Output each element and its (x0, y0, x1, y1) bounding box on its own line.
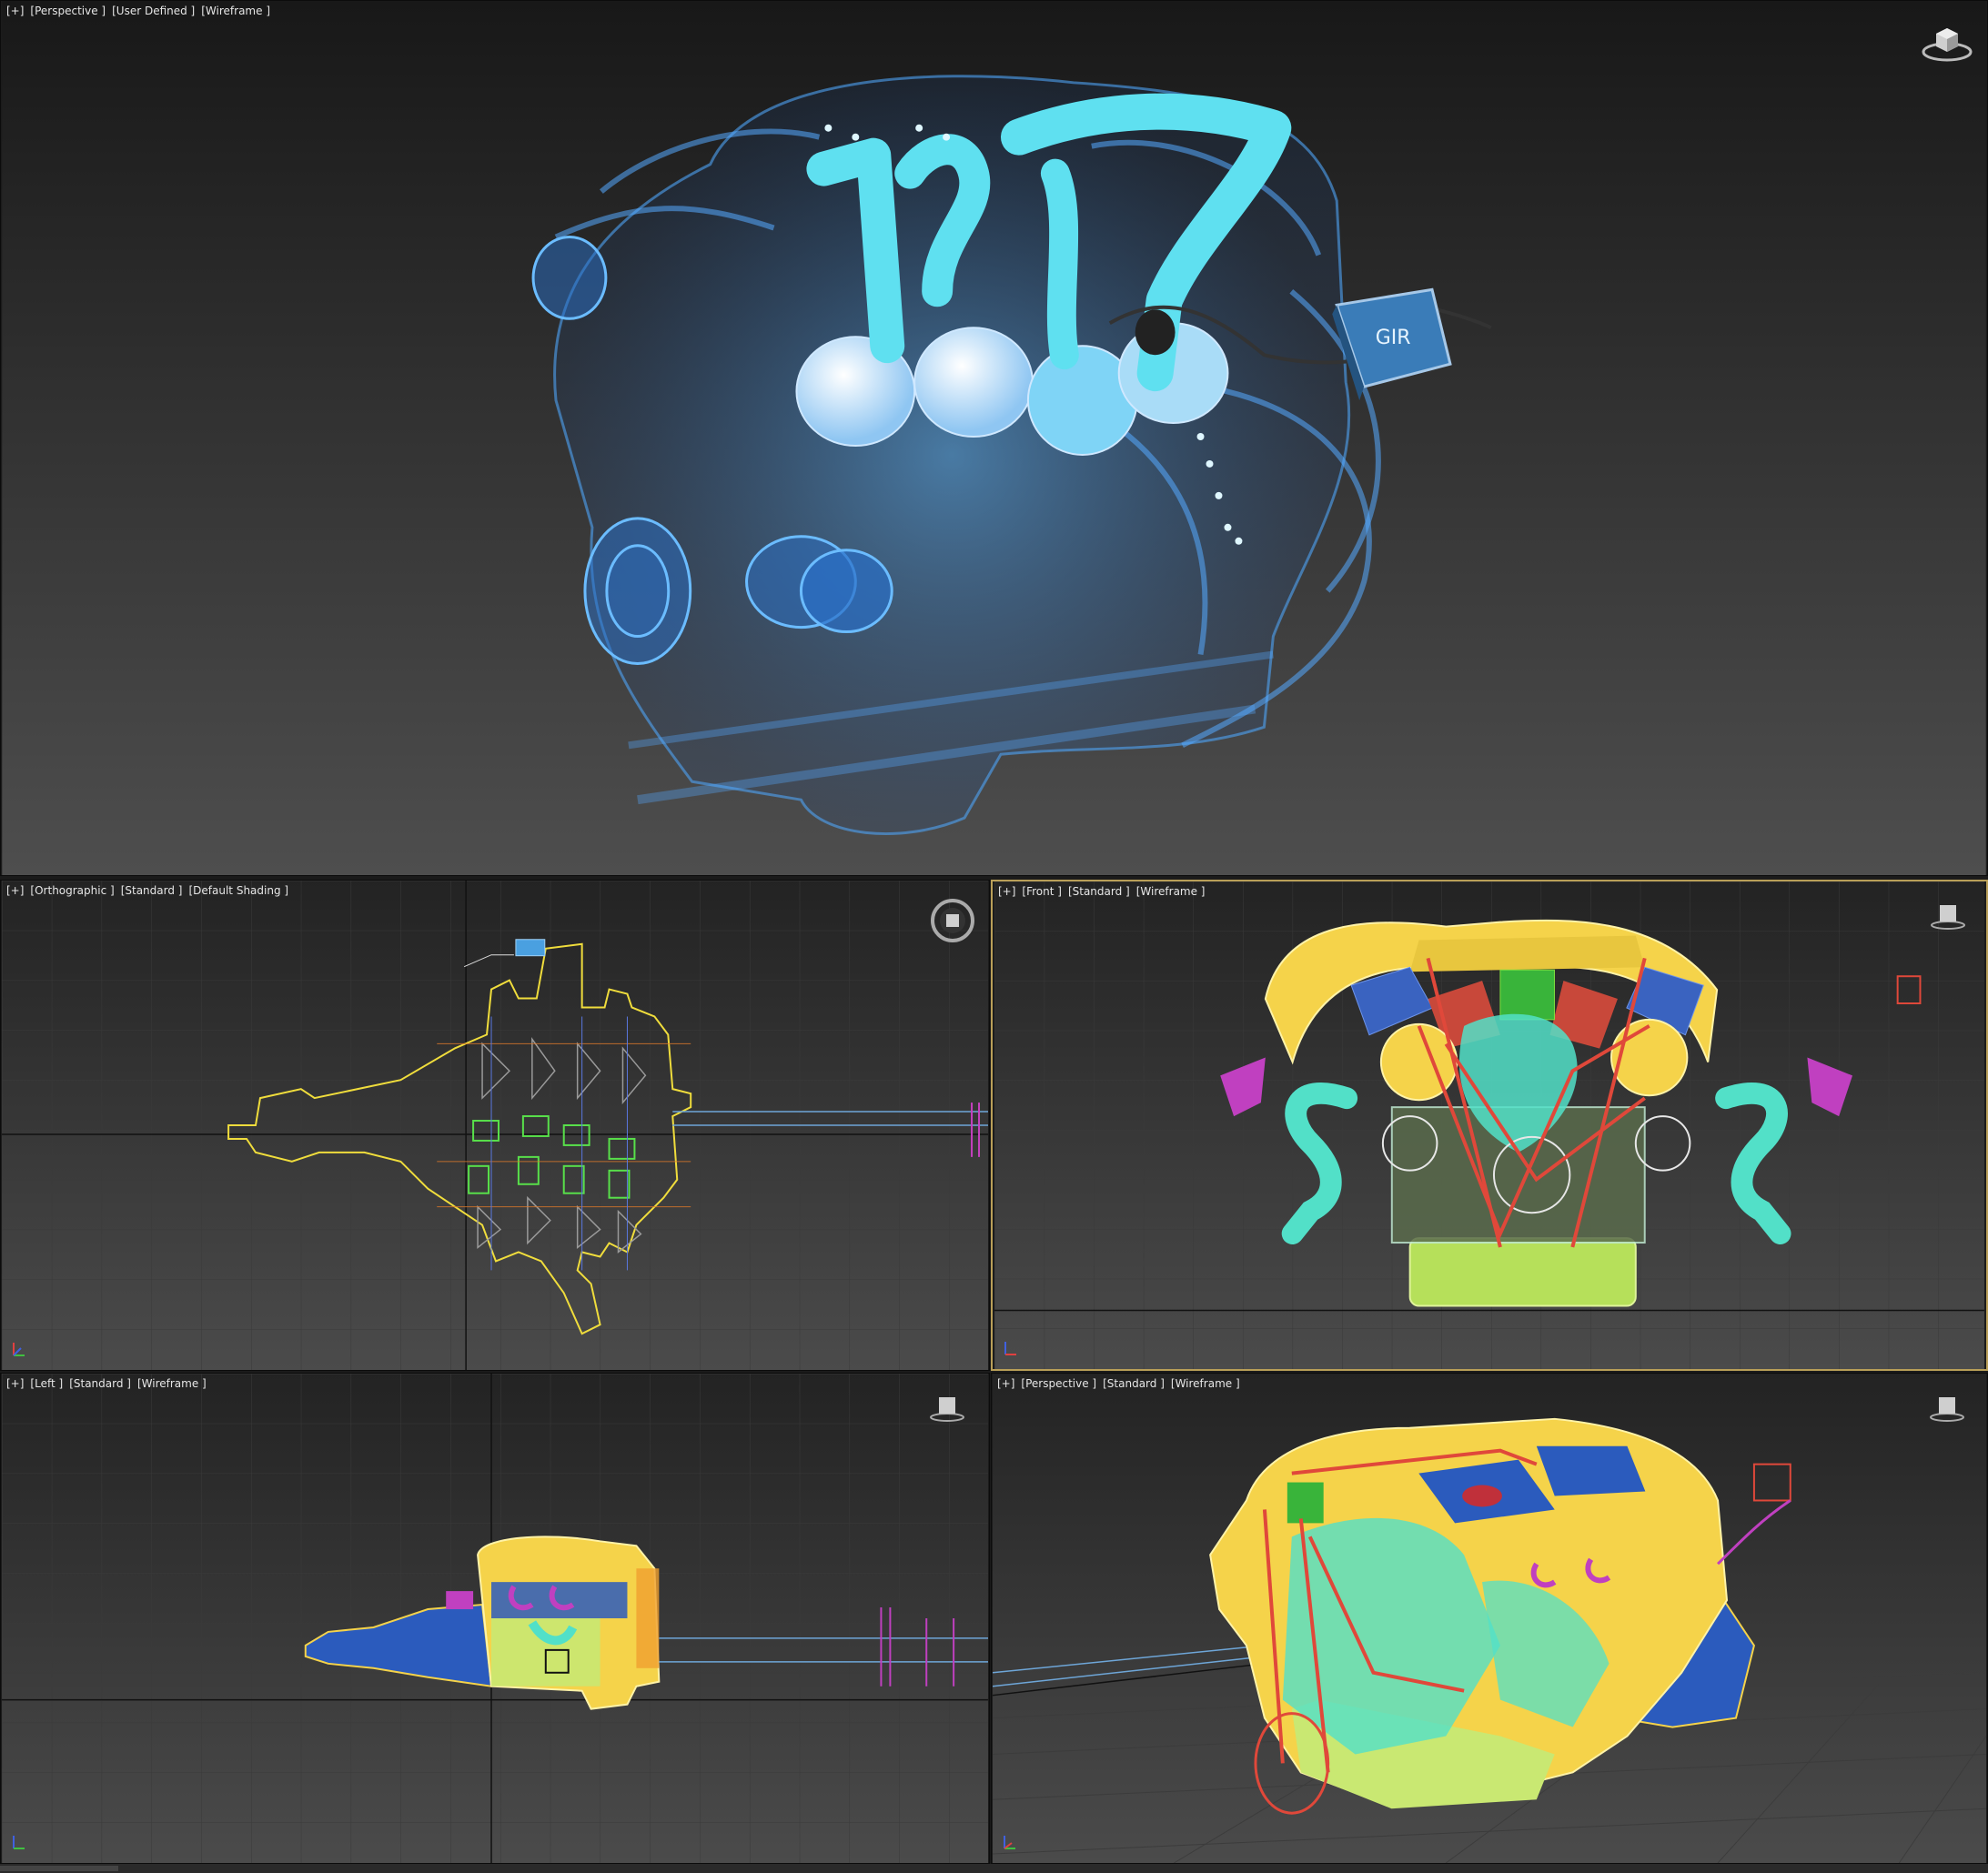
viewcube-icon[interactable] (1929, 1394, 1965, 1423)
viewcube-icon[interactable] (1921, 21, 1973, 65)
viewport-shading-preset[interactable]: [Standard ] (1103, 1377, 1165, 1390)
viewport-label-ortho: [+] [Orthographic ] [Standard ] [Default… (6, 884, 288, 897)
viewport-menu[interactable]: [+] (998, 885, 1015, 898)
viewport-menu[interactable]: [+] (997, 1377, 1014, 1390)
viewport-menu[interactable]: [+] (6, 884, 24, 897)
axis-tripod-icon (13, 1836, 25, 1849)
viewport-point-of-view[interactable]: [Perspective ] (30, 5, 106, 17)
viewport-perspective-user-defined[interactable]: GIR [+] [Perspective ] [User Defined ] [… (0, 0, 1988, 876)
status-bar (0, 1864, 1988, 1873)
viewport-left[interactable]: [+] [Left ] [Standard ] [Wireframe ] (0, 1373, 990, 1864)
front-view-scene (994, 881, 1984, 1369)
viewport-label-front: [+] [Front ] [Standard ] [Wireframe ] (998, 885, 1205, 898)
perspective-view-scene (992, 1374, 1987, 1863)
status-bar-segment (0, 1866, 118, 1871)
viewport-perspective-standard[interactable]: [+] [Perspective ] [Standard ] [Wirefram… (991, 1373, 1988, 1864)
viewcube-icon[interactable] (929, 1394, 965, 1423)
viewport-menu[interactable]: [+] (6, 1377, 24, 1390)
axis-tripod-icon (13, 1343, 25, 1356)
viewport-shading-preset[interactable]: [Standard ] (1068, 885, 1130, 898)
axis-tripod-icon (1004, 1836, 1015, 1849)
engine-render-xray: GIR (2, 1, 1986, 875)
viewport-menu[interactable]: [+] (6, 5, 24, 17)
viewport-display-mode[interactable]: [Wireframe ] (137, 1377, 207, 1390)
viewport-point-of-view[interactable]: [Front ] (1022, 885, 1062, 898)
viewport-label-top: [+] [Perspective ] [User Defined ] [Wire… (6, 5, 270, 17)
ecu-logo: GIR (1376, 327, 1411, 349)
viewport-display-mode[interactable]: [Default Shading ] (188, 884, 288, 897)
axis-tripod-icon (1004, 1342, 1016, 1355)
viewport-front[interactable]: [+] [Front ] [Standard ] [Wireframe ] (991, 880, 1988, 1371)
viewport-point-of-view[interactable]: [Left ] (30, 1377, 63, 1390)
viewport-display-mode[interactable]: [Wireframe ] (201, 5, 270, 17)
viewport-point-of-view[interactable]: [Orthographic ] (30, 884, 114, 897)
viewport-shading-preset[interactable]: [User Defined ] (112, 5, 195, 17)
viewport-display-mode[interactable]: [Wireframe ] (1136, 885, 1206, 898)
viewport-label-persp: [+] [Perspective ] [Standard ] [Wirefram… (997, 1377, 1240, 1390)
viewport-shading-preset[interactable]: [Standard ] (121, 884, 183, 897)
steering-wheel-icon[interactable] (929, 897, 976, 944)
viewport-shading-preset[interactable]: [Standard ] (69, 1377, 131, 1390)
viewport-orthographic[interactable]: [+] [Orthographic ] [Standard ] [Default… (0, 880, 990, 1371)
orthographic-view-scene (2, 881, 988, 1370)
viewport-label-left: [+] [Left ] [Standard ] [Wireframe ] (6, 1377, 207, 1390)
viewcube-icon[interactable] (1930, 901, 1966, 931)
left-view-scene (2, 1374, 988, 1863)
viewport-display-mode[interactable]: [Wireframe ] (1171, 1377, 1240, 1390)
viewport-point-of-view[interactable]: [Perspective ] (1021, 1377, 1096, 1390)
